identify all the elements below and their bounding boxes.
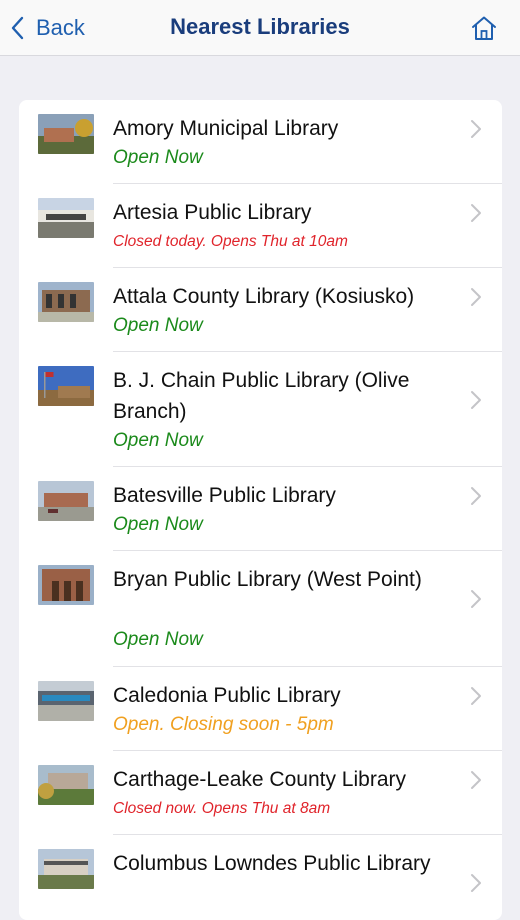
library-name: Carthage-Leake County Library (113, 768, 406, 791)
library-list-item[interactable]: Columbus Lowndes Public Library (19, 835, 502, 920)
chevron-right-icon (469, 202, 483, 224)
library-status: Open. Closing soon - 5pm (113, 714, 334, 735)
library-name: Artesia Public Library (113, 201, 312, 224)
chevron-right-icon (469, 685, 483, 707)
library-photo (38, 481, 94, 521)
library-name: Columbus Lowndes Public Library (113, 852, 431, 875)
library-name: B. J. Chain Public Library (Olive Branch… (113, 369, 410, 423)
chevron-right-icon (469, 769, 483, 791)
library-name: Bryan Public Library (West Point) (113, 568, 422, 591)
library-status: Open Now (113, 629, 203, 650)
library-list-item[interactable]: Attala County Library (Kosiusko) Open Now (19, 268, 502, 352)
library-status: Closed today. Opens Thu at 10am (113, 233, 348, 250)
library-photo (38, 849, 94, 889)
library-list-item[interactable]: Bryan Public Library (West Point) Open No… (19, 551, 502, 667)
library-photo (38, 565, 94, 605)
chevron-right-icon (469, 118, 483, 140)
library-status: Closed now. Opens Thu at 8am (113, 800, 331, 817)
chevron-right-icon (469, 389, 483, 411)
library-status: Open Now (113, 514, 203, 535)
page-title: Nearest Libraries (170, 14, 350, 39)
library-photo (38, 765, 94, 805)
library-name: Batesville Public Library (113, 484, 336, 507)
library-photo (38, 681, 94, 721)
chevron-right-icon (469, 872, 483, 894)
library-status: Open Now (113, 147, 203, 168)
library-name: Amory Municipal Library (113, 117, 339, 140)
chevron-right-icon (469, 286, 483, 308)
library-photo (38, 282, 94, 322)
library-photo (38, 198, 94, 238)
library-list-item[interactable]: B. J. Chain Public Library (Olive Branch… (19, 352, 502, 467)
library-list-item[interactable]: Batesville Public Library Open Now (19, 467, 502, 551)
library-status: Open Now (113, 315, 203, 336)
library-list-item[interactable]: Carthage-Leake County Library Closed now.… (19, 751, 502, 835)
library-list-item[interactable]: Caledonia Public Library Open. Closing so… (19, 667, 502, 751)
library-name: Attala County Library (Kosiusko) (113, 285, 415, 308)
library-list-item[interactable]: Amory Municipal Library Open Now (19, 100, 502, 184)
library-photo (38, 366, 94, 406)
library-name: Caledonia Public Library (113, 684, 341, 707)
home-icon[interactable] (470, 14, 498, 42)
chevron-right-icon (469, 485, 483, 507)
nav-bar: Back Nearest Libraries (0, 0, 520, 56)
library-list-item[interactable]: Artesia Public Library Closed today. Open… (19, 184, 502, 268)
library-status: Open Now (113, 430, 203, 451)
chevron-right-icon (469, 588, 483, 610)
library-list: Amory Municipal Library Open Now Artesia P… (19, 100, 502, 920)
library-photo (38, 114, 94, 154)
